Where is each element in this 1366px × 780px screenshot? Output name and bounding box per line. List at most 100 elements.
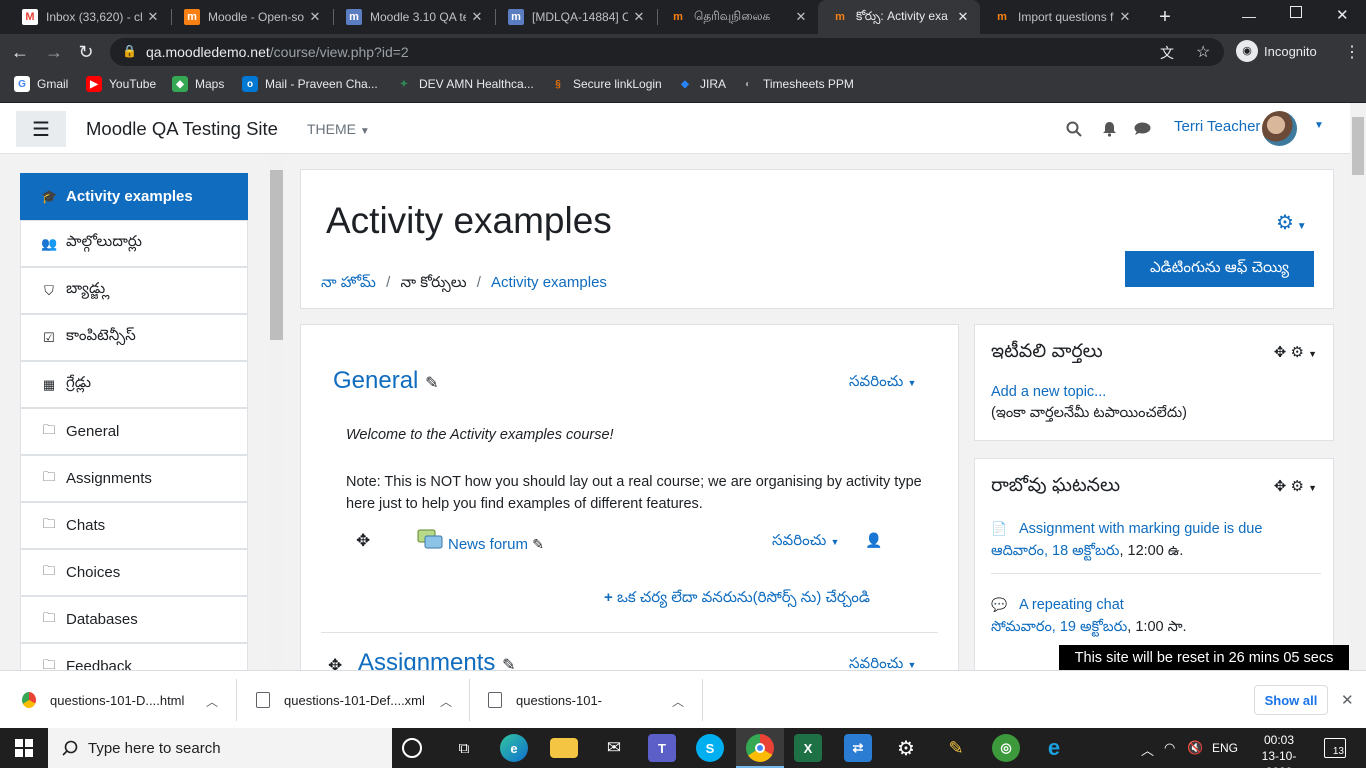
paint-icon[interactable]: ✎: [942, 734, 970, 762]
site-name[interactable]: Moodle QA Testing Site: [86, 118, 278, 140]
news-forum-link[interactable]: News forum ✎: [448, 536, 544, 553]
avatar[interactable]: [1262, 111, 1297, 146]
breadcrumb-course[interactable]: Activity examples: [491, 274, 607, 291]
back-button[interactable]: ←: [6, 34, 34, 70]
tab-gmail[interactable]: M Inbox (33,620) - ch ✕: [8, 0, 170, 34]
start-button[interactable]: [0, 728, 48, 768]
notifications-icon[interactable]: 13: [1324, 738, 1346, 758]
tab-moodle-open-source[interactable]: m Moodle - Open-so ✕: [170, 0, 332, 34]
bookmark-youtube[interactable]: ▶ YouTube: [86, 70, 156, 98]
chevron-up-icon[interactable]: ︿: [440, 693, 452, 710]
user-name[interactable]: Terri Teacher: [1174, 118, 1260, 135]
drawer-scrollbar-thumb[interactable]: [270, 170, 283, 340]
search-icon[interactable]: [1066, 121, 1082, 137]
drawer-item-chats[interactable]: 🗀 Chats: [20, 502, 248, 549]
drawer-item-feedback[interactable]: 🗀 Feedback: [20, 643, 248, 670]
tab-moodle-qa[interactable]: m Moodle 3.10 QA te ✕: [332, 0, 494, 34]
chevron-up-icon[interactable]: ︿: [672, 693, 684, 710]
bookmark-timesheets[interactable]: ◐ Timesheets PPM: [740, 70, 854, 98]
caret-down-icon[interactable]: ▼: [1308, 483, 1317, 493]
forward-button[interactable]: →: [40, 34, 68, 70]
drawer-item-badges[interactable]: ⛉ బ్యాడ్జ్లు: [20, 267, 248, 314]
section-edit-menu[interactable]: సవరించు ▼: [849, 655, 916, 670]
pencil-icon[interactable]: ✎: [425, 375, 438, 392]
incognito-label[interactable]: Incognito: [1264, 44, 1317, 59]
pencil-icon[interactable]: ✎: [502, 657, 515, 670]
menu-icon[interactable]: ⋮: [1344, 42, 1360, 62]
maximize-button[interactable]: [1290, 6, 1302, 18]
language-indicator[interactable]: ENG: [1212, 741, 1238, 755]
new-tab-button[interactable]: +: [1154, 6, 1176, 28]
wifi-icon[interactable]: ◠: [1164, 740, 1175, 756]
excel-icon[interactable]: X: [794, 734, 822, 762]
download-item-partial[interactable]: questions-101- ︿: [488, 671, 694, 729]
clock[interactable]: 00:03 13-10-2020: [1251, 732, 1307, 780]
move-icon[interactable]: ✥: [1274, 478, 1287, 495]
bookmark-gmail[interactable]: G Gmail: [14, 70, 68, 98]
tab-import-questions[interactable]: m Import questions f ✕: [980, 0, 1142, 34]
move-icon[interactable]: ✥: [1274, 344, 1287, 361]
activity-edit-menu[interactable]: సవరించు ▼: [772, 532, 839, 553]
drawer-item-competencies[interactable]: ☑ కాంపిటెన్సీస్: [20, 314, 248, 361]
theme-menu[interactable]: THEME ▼: [307, 121, 370, 137]
download-item-html[interactable]: questions-101-D....html ︿: [22, 671, 228, 729]
bookmark-mail[interactable]: o Mail - Praveen Cha...: [242, 70, 378, 98]
chrome-icon[interactable]: [746, 734, 774, 762]
tab-tamil[interactable]: m தெரிவுநிலைக ✕: [656, 0, 818, 34]
translate-icon[interactable]: 文: [1160, 43, 1174, 63]
tab-activity-examples[interactable]: m కోర్సు: Activity exa ✕: [818, 0, 980, 34]
teams-icon[interactable]: T: [648, 734, 676, 762]
volume-icon[interactable]: 🔇: [1187, 740, 1203, 756]
gear-icon[interactable]: ⚙: [1290, 344, 1303, 361]
minimize-button[interactable]: —: [1242, 8, 1256, 24]
section-general-title[interactable]: General ✎: [333, 367, 438, 395]
bookmark-maps[interactable]: ◆ Maps: [172, 70, 224, 98]
close-icon[interactable]: ✕: [1114, 9, 1136, 25]
chat-bubble-icon[interactable]: [1134, 122, 1151, 136]
chevron-up-icon[interactable]: ︿: [1141, 740, 1154, 759]
event-title-link[interactable]: A repeating chat: [1019, 597, 1124, 613]
drawer-item-grades[interactable]: ▦ గ్రేడ్లు: [20, 361, 248, 408]
event-date-link[interactable]: సోమవారం, 19 అక్టోబరు: [991, 619, 1127, 635]
app-icon[interactable]: ⇄: [844, 734, 872, 762]
drawer-item-general[interactable]: 🗀 General: [20, 408, 248, 455]
event-date-link[interactable]: ఆదివారం, 18 అక్టోబరు: [991, 543, 1119, 559]
pencil-icon[interactable]: ✎: [532, 536, 544, 552]
file-explorer-icon[interactable]: [550, 738, 578, 758]
gear-icon[interactable]: ⚙: [1290, 478, 1303, 495]
mail-icon[interactable]: ✉: [600, 734, 628, 762]
close-icon[interactable]: ✕: [952, 9, 974, 25]
turn-editing-off-button[interactable]: ఎడిటింగును ఆఫ్ చెయ్యి: [1125, 251, 1314, 287]
block-controls[interactable]: ✥ ⚙ ▼: [1274, 477, 1317, 495]
section-assignments-title[interactable]: Assignments ✎: [358, 649, 515, 670]
close-icon[interactable]: ✕: [628, 9, 650, 25]
drawer-item-databases[interactable]: 🗀 Databases: [20, 596, 248, 643]
add-activity-link[interactable]: + ఒక చర్య లేదా వనరును(రిసోర్స్ ను) చేర్చ…: [604, 589, 870, 610]
download-item-xml[interactable]: questions-101-Def....xml ︿: [256, 671, 456, 729]
section-edit-menu[interactable]: సవరించు ▼: [849, 373, 916, 394]
page-scrollbar-thumb[interactable]: [1352, 117, 1364, 175]
reload-button[interactable]: ↻: [72, 34, 100, 70]
event-title-link[interactable]: Assignment with marking guide is due: [1019, 521, 1262, 537]
add-topic-link[interactable]: Add a new topic...: [991, 384, 1106, 400]
drawer-item-course[interactable]: 🎓 Activity examples: [20, 173, 248, 220]
show-all-downloads-button[interactable]: Show all: [1254, 685, 1328, 715]
breadcrumb-my-courses[interactable]: నా కోర్సులు: [400, 274, 466, 291]
bookmark-secure-link[interactable]: § Secure linkLogin: [550, 70, 662, 98]
drawer-item-choices[interactable]: 🗀 Choices: [20, 549, 248, 596]
move-icon[interactable]: ✥: [328, 656, 342, 670]
move-icon[interactable]: ✥: [356, 531, 370, 551]
url-input[interactable]: 🔒 qa.moodledemo.net/course/view.php?id=2…: [110, 38, 1224, 66]
caret-down-icon[interactable]: ▼: [1308, 349, 1317, 359]
user-icon[interactable]: 👤: [865, 532, 882, 549]
internet-explorer-icon[interactable]: e: [1040, 734, 1068, 762]
bell-icon[interactable]: [1102, 121, 1117, 137]
skype-icon[interactable]: S: [696, 734, 724, 762]
taskbar-search-box[interactable]: Type here to search: [48, 728, 392, 768]
page-scrollbar[interactable]: [1350, 103, 1366, 670]
drawer-item-participants[interactable]: 👥 పాల్గోలుదార్లు: [20, 220, 248, 267]
settings-gear-icon[interactable]: ⚙: [892, 734, 920, 762]
task-view-icon[interactable]: ⧉: [450, 734, 478, 762]
edge-icon[interactable]: e: [500, 734, 528, 762]
cortana-icon[interactable]: [402, 738, 422, 758]
